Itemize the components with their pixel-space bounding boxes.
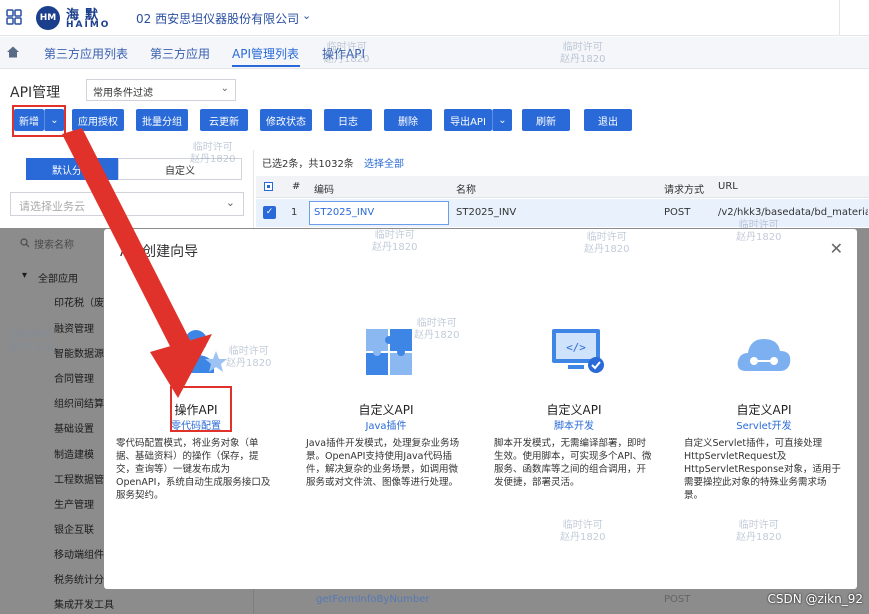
card-description: 自定义Servlet插件，可直接处理HttpServletRequest及Htt… (684, 438, 841, 501)
column-header-method[interactable]: 请求方式 (664, 181, 704, 196)
watermark: 临时许可 赵丹1820 (584, 232, 630, 255)
row-url: /v2/hkk3/basedata/bd_material/ST (718, 207, 868, 218)
watermark: 临时许可 赵丹1820 (736, 220, 782, 243)
home-icon[interactable] (6, 45, 20, 59)
svg-text:</>: </> (566, 341, 586, 354)
card-subtitle[interactable]: 脚本开发 (504, 417, 644, 432)
business-cloud-placeholder: 请选择业务云 (19, 200, 85, 213)
watermark: 临时许可 赵丹1820 (736, 520, 782, 543)
user-star-icon[interactable] (170, 325, 230, 379)
select-all-link[interactable]: 选择全部 (364, 155, 404, 170)
selection-info: 已选2条，共1032条 (262, 159, 354, 170)
row-name: ST2025_INV (456, 207, 517, 218)
business-cloud-select[interactable]: 请选择业务云 ⌄ (10, 192, 244, 216)
highlight-operation-api (170, 386, 232, 432)
change-status-button[interactable]: 修改状态 (260, 109, 312, 131)
chevron-down-icon[interactable]: ⌄ (302, 9, 311, 22)
close-icon[interactable]: ✕ (830, 239, 843, 258)
exit-button[interactable]: 退出 (584, 109, 632, 131)
company-selector[interactable]: 02 西安思坦仪器股份有限公司 (136, 10, 299, 27)
row-method: POST (664, 594, 691, 605)
cloud-update-button[interactable]: 云更新 (200, 109, 248, 131)
tab-third-party-app-list[interactable]: 第三方应用列表 (44, 45, 128, 62)
page-tabs: 第三方应用列表 第三方应用 API管理列表 操作API (0, 37, 869, 69)
export-dropdown-button[interactable]: ⌄ (492, 109, 512, 131)
chevron-down-icon: ⌄ (220, 83, 229, 94)
card-title[interactable]: 自定义API (316, 401, 456, 418)
brand-logo: HM (36, 6, 60, 30)
card-title[interactable]: 自定义API (504, 401, 644, 418)
card-subtitle[interactable]: Servlet开发 (694, 417, 834, 432)
delete-button[interactable]: 删除 (384, 109, 432, 131)
card-subtitle[interactable]: Java插件 (316, 417, 456, 432)
header-checkbox[interactable] (264, 182, 273, 191)
log-button[interactable]: 日志 (324, 109, 372, 131)
row-code[interactable]: ST2025_INV (314, 207, 374, 218)
page-title: API管理 (10, 85, 61, 101)
watermark: 临时许可 赵丹1820 (226, 346, 272, 369)
card-description: 零代码配置模式，将业务对象（单据、基础资料）的操作（保存，提交，查询等）一键发布… (116, 438, 271, 501)
segment-default-group[interactable]: 默认分组 (26, 158, 118, 180)
export-api-button[interactable]: 导出API (444, 109, 492, 131)
filter-value: 常用条件过滤 (93, 88, 153, 99)
dialog-title: API创建向导 (120, 244, 199, 260)
watermark: 临时许可 赵丹1820 (8, 330, 54, 353)
card-description: 脚本开发模式，无需编译部署，即时生效。使用脚本，可实现多个API、微服务、函数库… (494, 438, 652, 488)
tab-third-party-app[interactable]: 第三方应用 (150, 45, 210, 62)
chevron-down-icon: ⌄ (225, 196, 235, 209)
highlight-add-button (12, 105, 66, 137)
row-checkbox[interactable]: ✓ (263, 206, 276, 219)
watermark: 临时许可 赵丹1820 (560, 520, 606, 543)
row-code: getFormInfoByNumber (316, 594, 430, 605)
table-header: # 编码 名称 请求方式 URL (256, 176, 869, 198)
watermark: 临时许可 赵丹1820 (560, 42, 606, 65)
column-header-index: # (292, 181, 301, 192)
column-header-name[interactable]: 名称 (456, 181, 476, 196)
app-authorize-button[interactable]: 应用授权 (72, 109, 124, 131)
watermark: 临时许可 赵丹1820 (372, 230, 418, 253)
tab-api-management-list[interactable]: API管理列表 (232, 45, 299, 62)
credit-text: CSDN @zikn_92 (767, 592, 863, 606)
active-tab-indicator (232, 65, 300, 67)
row-index: 1 (291, 207, 298, 218)
app-grid-icon[interactable] (6, 9, 22, 25)
brand-name-en: HAIMO (66, 20, 111, 30)
card-title[interactable]: 自定义API (694, 401, 834, 418)
filter-dropdown[interactable]: 常用条件过滤 ⌄ (86, 79, 236, 101)
watermark: 临时许可 赵丹1820 (414, 318, 460, 341)
column-header-url[interactable]: URL (718, 181, 738, 192)
card-description: Java插件开发模式，处理复杂业务场景。OpenAPI支持使用Java代码插件，… (306, 438, 460, 488)
watermark: 临时许可 赵丹1820 (324, 42, 370, 65)
puzzle-icon[interactable] (360, 325, 420, 379)
column-header-code[interactable]: 编码 (314, 181, 334, 196)
refresh-button[interactable]: 刷新 (522, 109, 570, 131)
top-bar: HM 海默 HAIMO 02 西安思坦仪器股份有限公司 ⌄ (0, 0, 869, 36)
code-monitor-icon[interactable]: </> (548, 325, 608, 379)
watermark: 临时许可 赵丹1820 (190, 142, 236, 165)
cloud-icon[interactable] (734, 329, 794, 383)
batch-group-button[interactable]: 批量分组 (136, 109, 188, 131)
topbar-right-area (839, 0, 869, 36)
row-method: POST (664, 207, 691, 218)
